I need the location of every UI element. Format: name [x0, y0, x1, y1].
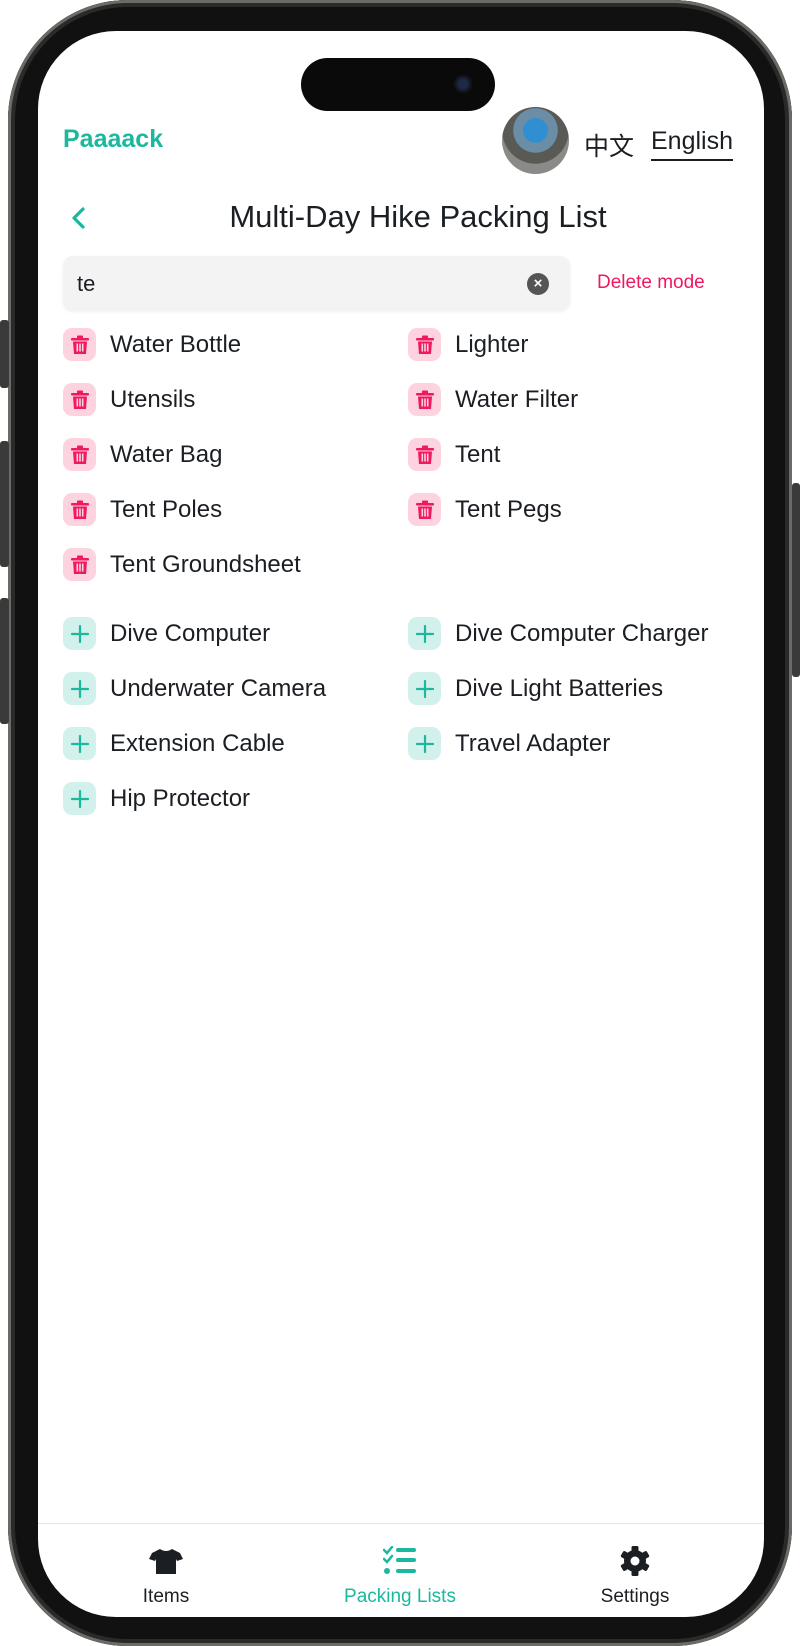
list-item: Tent Pegs — [408, 482, 753, 537]
list-item: Water Bottle — [63, 317, 408, 372]
tab-label: Packing Lists — [344, 1586, 456, 1607]
plus-icon[interactable] — [408, 672, 441, 705]
language-english[interactable]: English — [651, 127, 733, 161]
action-button — [0, 320, 9, 388]
screen: Paaaack 中文 English Multi-Day Hike Packin… — [38, 31, 764, 1617]
item-label: Utensils — [110, 385, 196, 413]
trash-icon[interactable] — [408, 383, 441, 416]
trash-icon[interactable] — [63, 548, 96, 581]
plus-icon[interactable] — [408, 727, 441, 760]
power-button — [792, 483, 800, 677]
volume-down-button — [0, 598, 9, 724]
suggested-items: Dive Computer Dive Computer Charger Underw… — [63, 606, 753, 826]
suggested-item: Hip Protector — [63, 771, 408, 826]
list-item: Lighter — [408, 317, 753, 372]
camera-icon — [453, 74, 473, 94]
trash-icon[interactable] — [63, 438, 96, 471]
language-chinese[interactable]: 中文 — [584, 127, 634, 163]
suggested-item: Dive Light Batteries — [408, 661, 753, 716]
tab-items[interactable]: Items — [66, 1524, 266, 1608]
item-label: Hip Protector — [110, 784, 251, 812]
plus-icon[interactable] — [63, 727, 96, 760]
item-label: Tent Poles — [110, 495, 223, 523]
item-label: Underwater Camera — [110, 674, 327, 702]
tab-label: Settings — [600, 1586, 670, 1607]
item-label: Water Bag — [110, 440, 223, 468]
page-title: Multi-Day Hike Packing List — [229, 199, 607, 234]
trash-icon[interactable] — [63, 328, 96, 361]
trash-icon[interactable] — [63, 383, 96, 416]
shirt-icon — [149, 1549, 183, 1574]
item-label: Tent — [455, 440, 501, 468]
suggested-item: Travel Adapter — [408, 716, 753, 771]
plus-icon[interactable] — [63, 672, 96, 705]
item-label: Dive Light Batteries — [455, 674, 664, 702]
item-label: Lighter — [455, 330, 529, 358]
plus-icon[interactable] — [63, 617, 96, 650]
list-item: Water Filter — [408, 372, 753, 427]
item-label: Tent Pegs — [455, 495, 562, 523]
suggested-item: Extension Cable — [63, 716, 408, 771]
item-label: Dive Computer Charger — [455, 619, 709, 647]
delete-mode-button[interactable]: Delete mode — [597, 272, 705, 294]
trash-icon[interactable] — [63, 493, 96, 526]
plus-icon[interactable] — [63, 782, 96, 815]
list-item: Tent Groundsheet — [63, 537, 408, 592]
tab-packing-lists[interactable]: Packing Lists — [300, 1524, 500, 1608]
avatar[interactable] — [502, 107, 569, 174]
plus-icon[interactable] — [408, 617, 441, 650]
packing-list-items: Water Bottle Lighter Utensils Water Filter W… — [63, 317, 753, 592]
item-label: Tent Groundsheet — [110, 550, 301, 578]
suggested-item: Dive Computer Charger — [408, 606, 753, 661]
suggested-item: Dive Computer — [63, 606, 408, 661]
list-item: Tent — [408, 427, 753, 482]
suggested-item: Underwater Camera — [63, 661, 408, 716]
tab-settings[interactable]: Settings — [535, 1524, 735, 1608]
tab-label: Items — [142, 1586, 190, 1607]
list-item: Utensils — [63, 372, 408, 427]
brand-logo[interactable]: Paaaack — [63, 125, 163, 154]
item-label: Water Bottle — [110, 330, 242, 358]
clear-search-button[interactable]: × — [527, 273, 549, 295]
dynamic-island — [301, 58, 495, 111]
list-item: Water Bag — [63, 427, 408, 482]
item-label: Travel Adapter — [455, 729, 611, 757]
item-label: Extension Cable — [110, 729, 285, 757]
gear-icon — [620, 1546, 650, 1576]
item-label: Water Filter — [455, 385, 579, 413]
item-label: Dive Computer — [110, 619, 271, 647]
search-field: × — [63, 256, 570, 311]
volume-up-button — [0, 441, 9, 567]
search-input[interactable] — [77, 256, 517, 311]
tab-bar: Items Packing Lists Settings — [38, 1523, 764, 1617]
list-item: Tent Poles — [63, 482, 408, 537]
trash-icon[interactable] — [408, 493, 441, 526]
trash-icon[interactable] — [408, 438, 441, 471]
trash-icon[interactable] — [408, 328, 441, 361]
checklist-icon — [383, 1546, 416, 1574]
